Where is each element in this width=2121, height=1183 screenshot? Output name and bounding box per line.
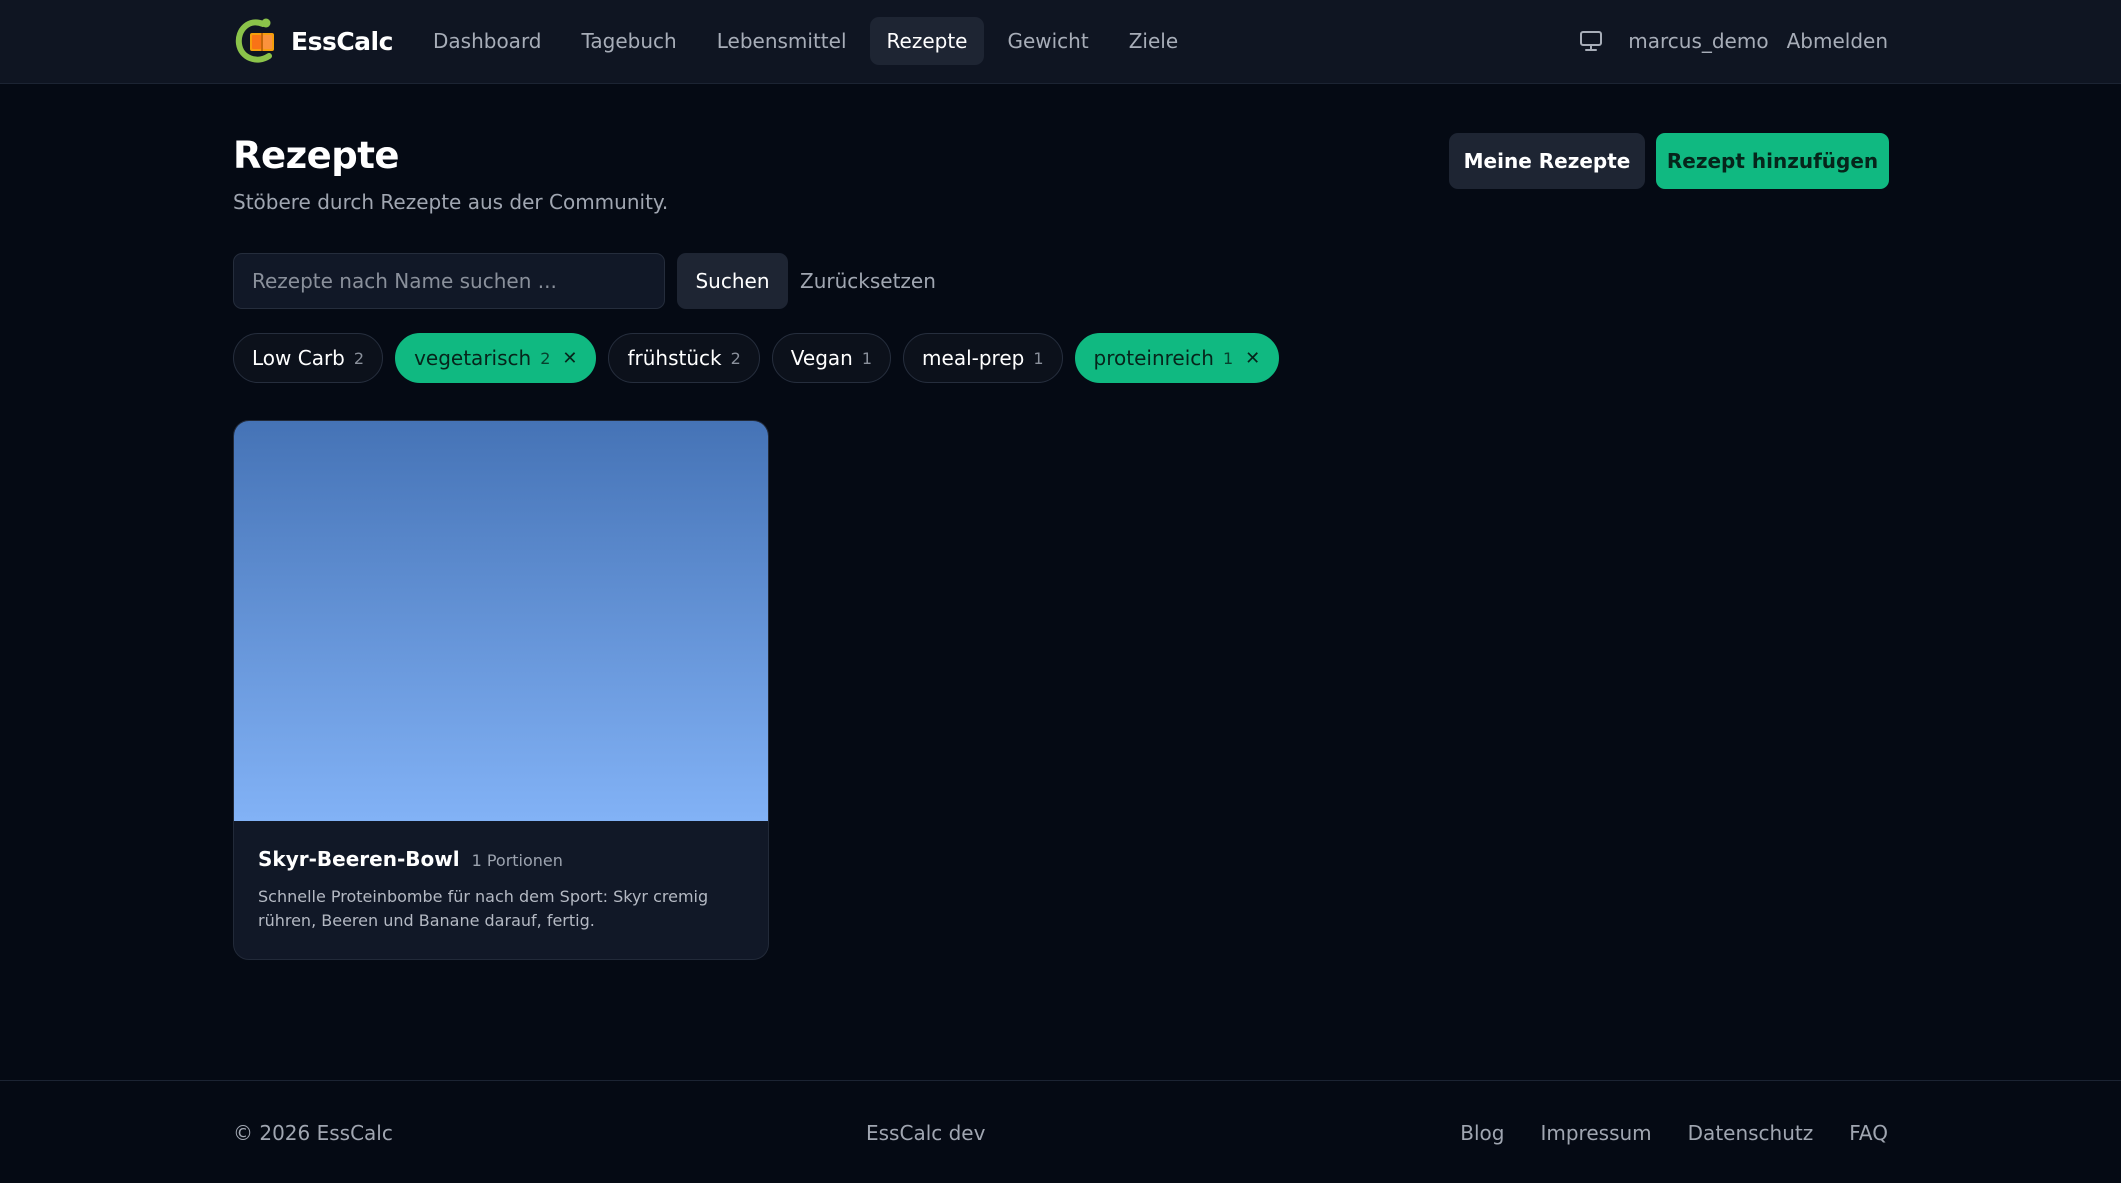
recipe-portions: 1 Portionen (471, 851, 563, 870)
tag-filter-proteinreich[interactable]: proteinreich 1 ✕ (1074, 333, 1280, 383)
recipe-title: Skyr-Beeren-Bowl (258, 847, 460, 871)
footer-link-blog[interactable]: Blog (1460, 1121, 1504, 1145)
tag-count: 2 (730, 348, 741, 368)
top-navigation-bar: EssCalc Dashboard Tagebuch Lebensmittel … (0, 0, 2121, 84)
footer-link-impressum[interactable]: Impressum (1540, 1121, 1651, 1145)
tag-filter-vegetarisch[interactable]: vegetarisch 2 ✕ (395, 333, 597, 383)
recipe-card-header: Skyr-Beeren-Bowl 1 Portionen (258, 847, 744, 871)
tag-label: frühstück (627, 346, 722, 370)
brand-link[interactable]: EssCalc (233, 16, 393, 66)
tag-count: 1 (1033, 348, 1044, 368)
tag-label: Low Carb (252, 346, 345, 370)
recipe-description: Schnelle Proteinbombe für nach dem Sport… (258, 887, 709, 930)
footer: © 2026 EssCalc EssCalc dev Blog Impressu… (0, 1080, 2121, 1183)
tag-filter-list: Low Carb 2 vegetarisch 2 ✕ frühstück 2 V… (233, 333, 1280, 383)
nav-item-rezepte[interactable]: Rezepte (869, 17, 985, 65)
footer-center-text: EssCalc dev (866, 1121, 986, 1145)
nav-item-ziele[interactable]: Ziele (1112, 17, 1195, 65)
tag-label: proteinreich (1093, 346, 1214, 370)
tag-count: 1 (861, 348, 873, 368)
logo-icon (235, 18, 274, 63)
tag-count: 2 (540, 348, 551, 368)
search-input[interactable] (233, 253, 665, 309)
recipe-card-body: Skyr-Beeren-Bowl 1 Portionen Schnelle Pr… (234, 821, 768, 933)
copyright: © 2026 EssCalc (233, 1121, 393, 1145)
tag-label: meal-prep (922, 346, 1025, 370)
nav-item-gewicht[interactable]: Gewicht (990, 17, 1105, 65)
page-title: Rezepte (233, 134, 399, 177)
username[interactable]: marcus_demo (1628, 29, 1768, 53)
close-icon[interactable]: ✕ (562, 348, 577, 369)
tag-filter-fruehstueck[interactable]: frühstück 2 (608, 333, 760, 383)
nav-item-dashboard[interactable]: Dashboard (416, 17, 559, 65)
recipe-image (234, 421, 768, 821)
main-nav: Dashboard Tagebuch Lebensmittel Rezepte … (416, 17, 1195, 65)
tag-filter-low-carb[interactable]: Low Carb 2 (233, 333, 384, 383)
monitor-icon[interactable] (1578, 28, 1604, 54)
reset-button[interactable]: Zurücksetzen (800, 253, 936, 309)
tag-count: 2 (353, 348, 365, 368)
tag-label: Vegan (790, 346, 853, 370)
footer-link-datenschutz[interactable]: Datenschutz (1688, 1121, 1814, 1145)
page-subtitle: Stöbere durch Rezepte aus der Community. (233, 190, 669, 214)
footer-link-faq[interactable]: FAQ (1849, 1121, 1888, 1145)
brand-name: EssCalc (291, 26, 393, 56)
tag-filter-vegan[interactable]: Vegan 1 (771, 333, 892, 383)
add-recipe-button[interactable]: Rezept hinzufügen (1656, 133, 1889, 189)
nav-item-tagebuch[interactable]: Tagebuch (565, 17, 694, 65)
tag-label: vegetarisch (414, 346, 532, 370)
logout-button[interactable]: Abmelden (1787, 29, 1888, 53)
search-button[interactable]: Suchen (677, 253, 788, 309)
tag-count: 1 (1222, 348, 1234, 368)
close-icon[interactable]: ✕ (1245, 348, 1260, 369)
tag-filter-meal-prep[interactable]: meal-prep 1 (903, 333, 1063, 383)
my-recipes-button[interactable]: Meine Rezepte (1449, 133, 1645, 189)
footer-links: Blog Impressum Datenschutz FAQ (1460, 1121, 1888, 1145)
nav-item-lebensmittel[interactable]: Lebensmittel (700, 17, 864, 65)
user-area: marcus_demo Abmelden (1578, 17, 1888, 65)
recipe-card[interactable]: Skyr-Beeren-Bowl 1 Portionen Schnelle Pr… (233, 420, 769, 960)
